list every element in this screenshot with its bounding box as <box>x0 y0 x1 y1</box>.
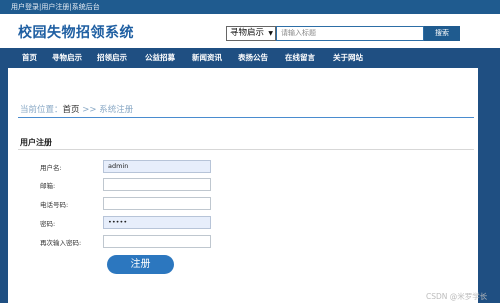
email-field[interactable] <box>103 178 211 191</box>
site-header: 校园失物招领系统 寻物启示 ▼ 请输入标题 搜索 <box>0 14 500 48</box>
main-nav: 首页 寻物启示 招领启示 公益招募 新闻资讯 表扬公告 在线留言 关于网站 <box>0 48 500 68</box>
password-field[interactable]: ••••• <box>103 216 211 229</box>
search-input[interactable]: 请输入标题 <box>276 26 424 41</box>
confirm-password-field[interactable] <box>103 235 211 248</box>
nav-item-message[interactable]: 在线留言 <box>285 48 315 68</box>
form-row-phone: 电话号码: <box>8 197 478 210</box>
confirm-password-label: 再次输入密码: <box>40 239 82 247</box>
phone-label: 电话号码: <box>40 201 69 209</box>
nav-item-praise[interactable]: 表扬公告 <box>238 48 268 68</box>
form-title: 用户注册 <box>20 138 52 147</box>
search-button[interactable]: 搜索 <box>424 26 460 41</box>
username-label: 用户名: <box>40 164 62 172</box>
nav-item-about[interactable]: 关于网站 <box>333 48 363 68</box>
register-link[interactable]: 用户注册 <box>41 3 69 11</box>
email-label: 邮箱: <box>40 182 56 190</box>
right-border-band <box>478 68 500 303</box>
search-category-select[interactable]: 寻物启示 ▼ <box>226 26 276 41</box>
breadcrumb-divider <box>18 117 474 118</box>
nav-item-news[interactable]: 新闻资讯 <box>192 48 222 68</box>
breadcrumb-home[interactable]: 首页 <box>63 105 80 115</box>
breadcrumb-arrow: >> <box>82 105 97 115</box>
admin-link[interactable]: 系统后台 <box>72 3 100 11</box>
nav-item-home[interactable]: 首页 <box>22 48 37 68</box>
username-field[interactable]: admin <box>103 160 211 173</box>
site-title: 校园失物招领系统 <box>18 25 134 41</box>
form-title-divider <box>18 149 474 150</box>
login-link[interactable]: 用户登录 <box>11 3 39 11</box>
form-row-confirm-password: 再次输入密码: <box>8 235 478 248</box>
form-row-email: 邮箱: <box>8 178 478 191</box>
form-row-username: 用户名: admin <box>8 160 478 173</box>
breadcrumb-current: 系统注册 <box>99 105 134 115</box>
search-category-value: 寻物启示 <box>230 28 265 38</box>
breadcrumb: 当前位置：首页 >> 系统注册 <box>20 103 133 115</box>
register-button[interactable]: 注册 <box>107 255 174 274</box>
form-row-password: 密码: ••••• <box>8 216 478 229</box>
chevron-down-icon: ▼ <box>268 30 273 37</box>
password-label: 密码: <box>40 220 56 228</box>
top-utility-bar: 用户登录|用户注册|系统后台 <box>0 0 500 14</box>
nav-item-found[interactable]: 招领启示 <box>97 48 127 68</box>
watermark: CSDN @米罗学长 <box>426 292 488 301</box>
phone-field[interactable] <box>103 197 211 210</box>
top-links: 用户登录|用户注册|系统后台 <box>11 2 100 12</box>
nav-item-volunteer[interactable]: 公益招募 <box>145 48 175 68</box>
nav-item-lost[interactable]: 寻物启示 <box>52 48 82 68</box>
breadcrumb-prefix: 当前位置： <box>20 105 63 115</box>
left-border-band <box>0 68 8 303</box>
main-content: 当前位置：首页 >> 系统注册 用户注册 用户名: admin 邮箱: 电话号码… <box>8 68 478 303</box>
